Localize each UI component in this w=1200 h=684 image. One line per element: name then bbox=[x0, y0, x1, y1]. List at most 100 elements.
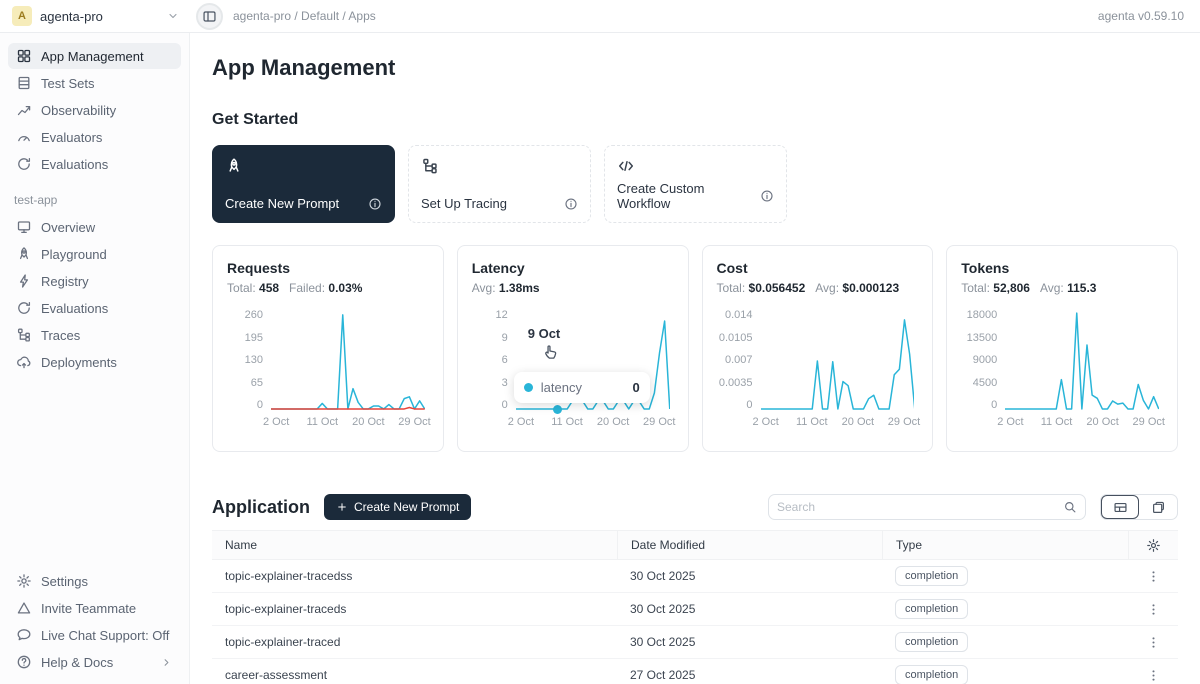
workspace-switcher[interactable]: A agenta-pro bbox=[0, 6, 190, 26]
app-name[interactable]: topic-explainer-traceds bbox=[212, 602, 617, 616]
rocket-icon bbox=[225, 157, 243, 175]
create-custom-workflow-card[interactable]: Create Custom Workflow bbox=[604, 145, 787, 223]
table-row[interactable]: topic-explainer-tracedss30 Oct 2025 compl… bbox=[212, 560, 1178, 593]
sidebar-item-label: Evaluations bbox=[41, 157, 173, 172]
cost-chart: 0.0140.01050.0070.003502 Oct11 Oct20 Oct… bbox=[717, 309, 919, 431]
workspace-avatar: A bbox=[12, 6, 32, 26]
sidebar-item-app-management[interactable]: App Management bbox=[8, 43, 181, 69]
stat-title: Latency bbox=[472, 260, 674, 276]
app-name[interactable]: topic-explainer-tracedss bbox=[212, 569, 617, 583]
cost-stat-card: CostTotal: $0.056452Avg: $0.0001230.0140… bbox=[702, 245, 934, 452]
workspace-name: agenta-pro bbox=[40, 9, 158, 24]
table-row[interactable]: topic-explainer-traced30 Oct 2025complet… bbox=[212, 626, 1178, 659]
rocket-icon bbox=[16, 246, 32, 262]
sidebar-item-help-docs[interactable]: Help & Docs bbox=[8, 649, 181, 675]
sidebar-item-evaluations[interactable]: Evaluations bbox=[8, 295, 181, 321]
column-header-type[interactable]: Type bbox=[882, 531, 1128, 559]
chevron-down-icon[interactable] bbox=[166, 9, 180, 23]
info-icon bbox=[368, 197, 382, 211]
info-icon bbox=[760, 189, 774, 203]
app-name[interactable]: career-assessment bbox=[212, 668, 617, 682]
column-settings-gear-icon[interactable] bbox=[1146, 538, 1161, 553]
sidebar-item-test-sets[interactable]: Test Sets bbox=[8, 70, 181, 96]
sidebar-item-evaluations[interactable]: Evaluations bbox=[8, 151, 181, 177]
sidebar-item-label: Traces bbox=[41, 328, 173, 343]
sidebar-item-label: Invite Teammate bbox=[41, 601, 173, 616]
table-row[interactable]: career-assessment27 Oct 2025completion bbox=[212, 659, 1178, 684]
column-header-name[interactable]: Name bbox=[212, 538, 617, 552]
tooltip-series-dot bbox=[524, 383, 533, 392]
row-menu-icon[interactable] bbox=[1146, 635, 1161, 650]
top-bar: A agenta-pro agenta-pro / Default / Apps… bbox=[0, 0, 1200, 33]
sidebar-item-settings[interactable]: Settings bbox=[8, 568, 181, 594]
stat-metrics: Total: 52,806Avg: 115.3 bbox=[961, 281, 1163, 295]
search-box bbox=[768, 494, 1086, 520]
info-icon bbox=[564, 197, 578, 211]
plus-icon bbox=[336, 501, 348, 513]
type-badge: completion bbox=[895, 566, 968, 586]
app-name[interactable]: topic-explainer-traced bbox=[212, 635, 617, 649]
get-started-heading: Get Started bbox=[212, 111, 1178, 129]
row-menu-icon[interactable] bbox=[1146, 668, 1161, 683]
sidebar-group-label: test-app bbox=[8, 178, 181, 214]
type-badge: completion bbox=[895, 665, 968, 684]
search-input[interactable] bbox=[777, 500, 1063, 514]
card-view-icon bbox=[1151, 500, 1166, 515]
app-type: completion bbox=[882, 632, 1128, 652]
tokens-stat-card: TokensTotal: 52,806Avg: 115.318000135009… bbox=[946, 245, 1178, 452]
refresh-icon bbox=[16, 156, 32, 172]
sidebar-app-nav: OverviewPlaygroundRegistryEvaluations Tra… bbox=[8, 214, 181, 376]
table-view-icon bbox=[1113, 500, 1128, 515]
stat-metrics: Avg: 1.38ms bbox=[472, 281, 674, 295]
sidebar-item-invite-teammate[interactable]: Invite Teammate bbox=[8, 595, 181, 621]
sidebar-item-live-chat-support-off[interactable]: Live Chat Support: Off bbox=[8, 622, 181, 648]
sidebar-item-evaluators[interactable]: Evaluators bbox=[8, 124, 181, 150]
table-view-button[interactable] bbox=[1101, 495, 1139, 519]
sidebar-item-playground[interactable]: Playground bbox=[8, 241, 181, 267]
sidebar-item-overview[interactable]: Overview bbox=[8, 214, 181, 240]
create-new-prompt-label: Create New Prompt bbox=[354, 500, 459, 514]
set-up-tracing-card[interactable]: Set Up Tracing bbox=[408, 145, 591, 223]
latency-stat-card: Latency Avg: 1.38ms 1296302 Oct11 Oct20 Oc… bbox=[457, 245, 689, 452]
sidebar-toggle-button[interactable] bbox=[196, 3, 223, 30]
sidebar: App Management Test Sets Observability Eval… bbox=[0, 33, 190, 684]
card-label: Set Up Tracing bbox=[421, 196, 507, 211]
row-menu-icon[interactable] bbox=[1146, 569, 1161, 584]
sidebar-item-deployments[interactable]: Deployments bbox=[8, 349, 181, 375]
tooltip-date: 9 Oct bbox=[528, 326, 561, 341]
view-toggle bbox=[1100, 494, 1178, 520]
card-view-button[interactable] bbox=[1139, 495, 1177, 519]
version-label: agenta v0.59.10 bbox=[1098, 9, 1184, 23]
sidebar-item-label: Observability bbox=[41, 103, 173, 118]
table-header: Name Date Modified Type bbox=[212, 530, 1178, 560]
create-new-prompt-card[interactable]: Create New Prompt bbox=[212, 145, 395, 223]
gear-icon bbox=[16, 573, 32, 589]
row-menu-icon[interactable] bbox=[1146, 602, 1161, 617]
column-header-date-modified[interactable]: Date Modified bbox=[617, 531, 882, 559]
search-icon[interactable] bbox=[1063, 500, 1077, 514]
type-badge: completion bbox=[895, 599, 968, 619]
chart-tooltip: latency0 bbox=[514, 372, 650, 403]
tokens-chart: 18000135009000450002 Oct11 Oct20 Oct29 O… bbox=[961, 309, 1163, 431]
sidebar-item-traces[interactable]: Traces bbox=[8, 322, 181, 348]
stat-title: Cost bbox=[717, 260, 919, 276]
bolt-icon bbox=[16, 273, 32, 289]
sidebar-item-registry[interactable]: Registry bbox=[8, 268, 181, 294]
sidebar-item-label: Deployments bbox=[41, 355, 173, 370]
sidebar-item-label: App Management bbox=[41, 49, 173, 64]
application-header: Application Create New Prompt bbox=[212, 492, 1178, 522]
sidebar-item-observability[interactable]: Observability bbox=[8, 97, 181, 123]
app-date-modified: 30 Oct 2025 bbox=[617, 602, 882, 616]
get-started-cards: Create New Prompt Set Up Tracing Create Cu… bbox=[212, 145, 1178, 223]
sidebar-item-label: Live Chat Support: Off bbox=[41, 628, 173, 643]
sidebar-item-label: Help & Docs bbox=[41, 655, 151, 670]
latency-chart: 1296302 Oct11 Oct20 Oct29 Oct bbox=[472, 309, 674, 431]
tooltip-value: 0 bbox=[633, 380, 640, 395]
breadcrumb[interactable]: agenta-pro / Default / Apps bbox=[233, 9, 376, 23]
create-new-prompt-button[interactable]: Create New Prompt bbox=[324, 494, 471, 520]
app-date-modified: 30 Oct 2025 bbox=[617, 569, 882, 583]
app-type: completion bbox=[882, 599, 1128, 619]
card-label: Create New Prompt bbox=[225, 196, 339, 211]
trace-icon bbox=[16, 327, 32, 343]
table-row[interactable]: topic-explainer-traceds30 Oct 2025 comple… bbox=[212, 593, 1178, 626]
